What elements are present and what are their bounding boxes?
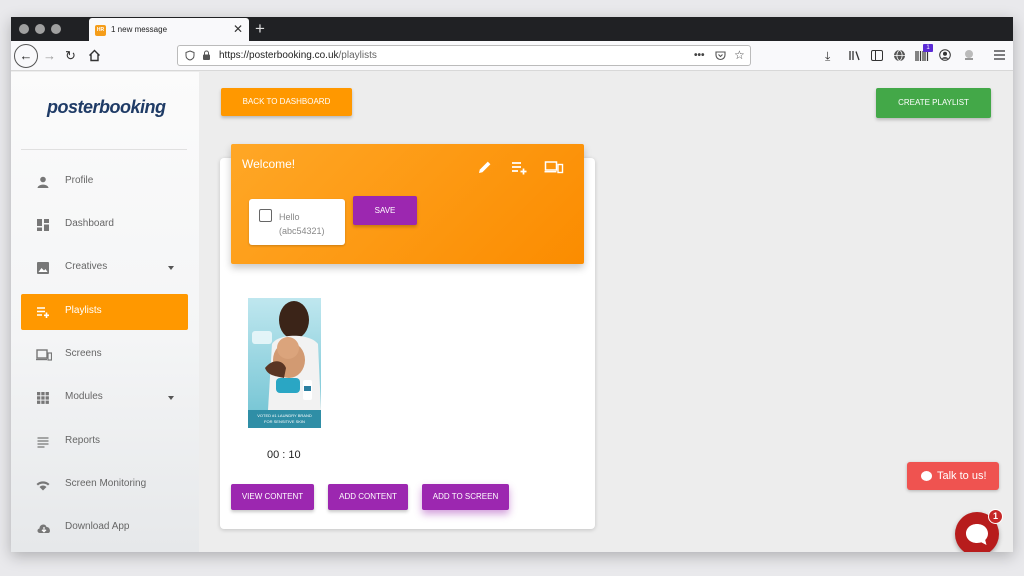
tab-close-icon[interactable]: ✕	[233, 22, 243, 36]
talk-to-us-text: Talk to us!	[937, 470, 987, 482]
favicon-icon: HR	[95, 25, 106, 36]
window-minimize-dot[interactable]	[35, 24, 45, 34]
window-zoom-dot[interactable]	[51, 24, 61, 34]
sidebar-item-label: Dashboard	[65, 218, 114, 229]
playlist-title: Welcome!	[242, 157, 296, 171]
playlist-card-header: Welcome! Hello (abc54321) SAVE	[231, 144, 584, 264]
list-icon	[37, 437, 49, 448]
chat-unread-badge: 1	[988, 509, 1003, 524]
sidebar-item-download-app[interactable]: Download App	[21, 510, 188, 546]
poster-tagline: VOTED #1 LAUNDRY BRAND FOR SENSITIVE SKI…	[248, 410, 321, 428]
shield-icon[interactable]	[185, 50, 195, 61]
playlist-add-icon	[37, 307, 49, 318]
sidebar-item-label: Download App	[65, 521, 130, 532]
page-content: posterbooking Profile Dashboard Creative…	[11, 72, 1013, 552]
back-to-dashboard-button[interactable]: BACK TO DASHBOARD	[221, 88, 352, 116]
forward-icon[interactable]: →	[43, 48, 56, 64]
tab-title: 1 new message	[111, 25, 168, 34]
posterbooking-logo[interactable]: posterbooking	[47, 97, 166, 118]
add-to-screen-button[interactable]: ADD TO SCREEN	[422, 484, 509, 510]
creative-image	[248, 298, 321, 428]
playlist-card: Welcome! Hello (abc54321) SAVE VOTED #1 …	[220, 144, 595, 529]
wifi-icon	[36, 481, 50, 491]
sidebar-item-reports[interactable]: Reports	[21, 424, 188, 460]
account-icon[interactable]	[939, 49, 951, 61]
poster-tagline-line-1: VOTED #1 LAUNDRY BRAND	[257, 413, 312, 418]
extension-badge: 1	[923, 44, 933, 52]
home-icon[interactable]	[88, 49, 101, 62]
sidebar-toggle-icon[interactable]	[871, 50, 883, 61]
sidebar-item-screen-monitoring[interactable]: Screen Monitoring	[21, 467, 188, 503]
sidebar-item-label: Screens	[65, 348, 102, 359]
sidebar-item-label: Creatives	[65, 261, 108, 272]
sidebar-item-creatives[interactable]: Creatives	[21, 250, 188, 286]
library-icon[interactable]	[849, 50, 861, 61]
dashboard-icon	[37, 219, 49, 231]
sidebar-item-dashboard[interactable]: Dashboard	[21, 207, 188, 243]
creative-duration: 00 : 10	[267, 449, 301, 461]
pocket-icon[interactable]	[715, 50, 726, 61]
download-icon[interactable]: ⤓	[825, 48, 830, 64]
edit-pencil-icon[interactable]	[476, 158, 494, 176]
create-playlist-button[interactable]: CREATE PLAYLIST	[876, 88, 991, 118]
add-to-playlist-icon[interactable]	[510, 158, 528, 176]
view-content-button[interactable]: VIEW CONTENT	[231, 484, 314, 510]
sidebar-item-label: Profile	[65, 175, 94, 186]
extension-gray-icon[interactable]	[963, 49, 975, 61]
sidebar-item-label: Modules	[65, 391, 103, 402]
add-content-button[interactable]: ADD CONTENT	[328, 484, 408, 510]
bookmark-star-icon[interactable]: ☆	[734, 48, 745, 62]
save-button[interactable]: SAVE	[353, 196, 417, 225]
browser-window: HR 1 new message ✕ + ← → ↻ https://poste…	[11, 17, 1013, 552]
sidebar-item-modules[interactable]: Modules	[21, 380, 188, 416]
cast-to-screen-icon[interactable]	[544, 158, 564, 176]
more-actions-icon[interactable]: •••	[694, 49, 705, 63]
sidebar-item-label: Reports	[65, 435, 101, 446]
sidebar-item-playlists[interactable]: Playlists	[21, 294, 188, 330]
chevron-down-icon[interactable]	[168, 396, 174, 400]
url-host: https://posterbooking.co.uk	[219, 50, 339, 61]
cloud-download-icon	[37, 524, 50, 533]
sidebar-divider	[21, 149, 187, 150]
sidebar-item-label: Screen Monitoring	[65, 478, 147, 489]
image-icon	[37, 262, 49, 274]
back-icon[interactable]: ←	[14, 44, 38, 68]
creative-thumbnail[interactable]: VOTED #1 LAUNDRY BRAND FOR SENSITIVE SKI…	[248, 298, 321, 428]
reload-icon[interactable]: ↻	[65, 48, 76, 64]
lock-icon[interactable]	[202, 50, 211, 61]
hamburger-menu-icon[interactable]	[994, 50, 1005, 60]
extension-globe-icon[interactable]	[893, 49, 906, 62]
grid-icon	[37, 392, 49, 404]
window-close-dot[interactable]	[19, 24, 29, 34]
url-text[interactable]: https://posterbooking.co.uk/playlists	[219, 50, 377, 61]
person-icon	[37, 176, 49, 188]
sidebar: posterbooking Profile Dashboard Creative…	[11, 72, 199, 552]
playlist-item-tile[interactable]: Hello (abc54321)	[249, 199, 345, 245]
browser-tab[interactable]: HR 1 new message ✕	[89, 18, 249, 42]
item-code: (abc54321)	[279, 226, 325, 236]
navigation-bar: ← → ↻ https://posterbooking.co.uk/playli…	[11, 41, 1013, 71]
talk-to-us-bubble[interactable]: Talk to us!	[907, 462, 999, 490]
item-checkbox[interactable]	[259, 209, 272, 222]
address-bar[interactable]: https://posterbooking.co.uk/playlists ••…	[177, 45, 751, 66]
devices-icon	[36, 349, 52, 361]
sidebar-item-screens[interactable]: Screens	[21, 337, 188, 373]
chat-bubble-icon	[921, 471, 932, 481]
chevron-down-icon[interactable]	[168, 266, 174, 270]
url-path: /playlists	[338, 50, 377, 61]
sidebar-item-profile[interactable]: Profile	[21, 164, 188, 200]
sidebar-item-label: Playlists	[65, 305, 102, 316]
tab-strip: HR 1 new message ✕ +	[11, 17, 1013, 42]
poster-tagline-line-2: FOR SENSITIVE SKIN	[264, 419, 305, 424]
item-name: Hello	[279, 212, 300, 222]
new-tab-icon[interactable]: +	[255, 19, 265, 39]
